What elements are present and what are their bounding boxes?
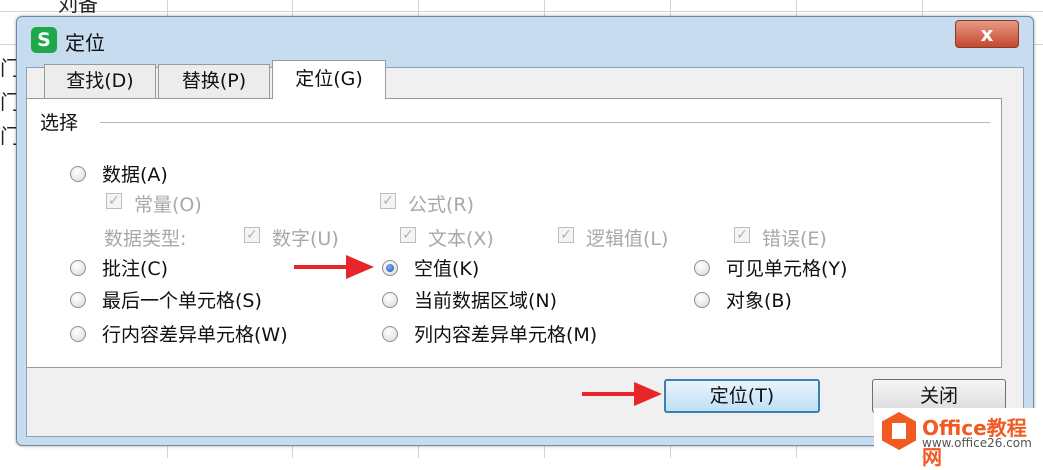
group-separator: [100, 122, 990, 123]
radio-column-differences[interactable]: [382, 326, 398, 342]
check-icon: ✓: [108, 193, 120, 209]
checkbox-logical-label[interactable]: 逻辑值(L): [586, 224, 668, 251]
checkbox-number-label[interactable]: 数字(U): [272, 224, 339, 251]
radio-comment[interactable]: [70, 260, 86, 276]
tab-goto[interactable]: 定位(G): [272, 60, 386, 99]
radio-objects-label[interactable]: 对象(B): [726, 286, 792, 313]
annotation-arrow-locate: [582, 382, 662, 406]
radio-last-cell-label[interactable]: 最后一个单元格(S): [102, 286, 262, 313]
radio-current-region-label[interactable]: 当前数据区域(N): [414, 286, 557, 313]
check-icon: ✓: [246, 227, 258, 243]
cell-text: 刘备: [58, 0, 98, 16]
checkbox-formula[interactable]: ✓: [380, 193, 396, 209]
radio-last-cell[interactable]: [70, 292, 86, 308]
group-label-select: 选择: [40, 108, 85, 135]
radio-column-differences-label[interactable]: 列内容差异单元格(M): [414, 320, 597, 347]
checkbox-text-label[interactable]: 文本(X): [428, 224, 494, 251]
data-type-label: 数据类型:: [104, 228, 187, 250]
grid-line: [0, 11, 1043, 12]
office-logo-inner: [892, 423, 906, 439]
checkbox-error[interactable]: ✓: [734, 227, 750, 243]
close-icon: x: [980, 22, 994, 46]
wps-app-icon: S: [31, 27, 57, 53]
watermark-url: www.office26.com: [922, 436, 1032, 450]
check-icon: ✓: [382, 193, 394, 209]
dialog-titlebar[interactable]: S 定位 x: [17, 17, 1033, 63]
checkbox-constant-label[interactable]: 常量(O): [134, 190, 202, 217]
radio-visible-cells-label[interactable]: 可见单元格(Y): [726, 254, 847, 281]
tab-find[interactable]: 查找(D): [44, 64, 156, 98]
checkbox-constant[interactable]: ✓: [106, 193, 122, 209]
checkbox-text[interactable]: ✓: [400, 227, 416, 243]
radio-visible-cells[interactable]: [694, 260, 710, 276]
check-icon: ✓: [560, 227, 572, 243]
watermark: Office教程网 www.office26.com: [874, 408, 1040, 469]
radio-blank-label[interactable]: 空值(K): [414, 254, 479, 281]
radio-blank[interactable]: [382, 260, 398, 276]
radio-objects[interactable]: [694, 292, 710, 308]
annotation-arrow-blank: [294, 255, 374, 279]
checkbox-number[interactable]: ✓: [244, 227, 260, 243]
checkbox-formula-label[interactable]: 公式(R): [408, 190, 474, 217]
radio-data[interactable]: [70, 166, 86, 182]
radio-data-label[interactable]: 数据(A): [102, 160, 168, 187]
checkbox-logical[interactable]: ✓: [558, 227, 574, 243]
radio-current-region[interactable]: [382, 292, 398, 308]
close-window-button[interactable]: x: [955, 20, 1019, 48]
tab-replace[interactable]: 替换(P): [158, 64, 270, 98]
radio-row-differences[interactable]: [70, 326, 86, 342]
radio-comment-label[interactable]: 批注(C): [102, 254, 168, 281]
checkbox-error-label[interactable]: 错误(E): [762, 224, 827, 251]
check-icon: ✓: [736, 227, 748, 243]
locate-button[interactable]: 定位(T): [664, 379, 820, 413]
check-icon: ✓: [402, 227, 414, 243]
dialog-title: 定位: [65, 31, 105, 55]
radio-row-differences-label[interactable]: 行内容差异单元格(W): [102, 320, 288, 347]
